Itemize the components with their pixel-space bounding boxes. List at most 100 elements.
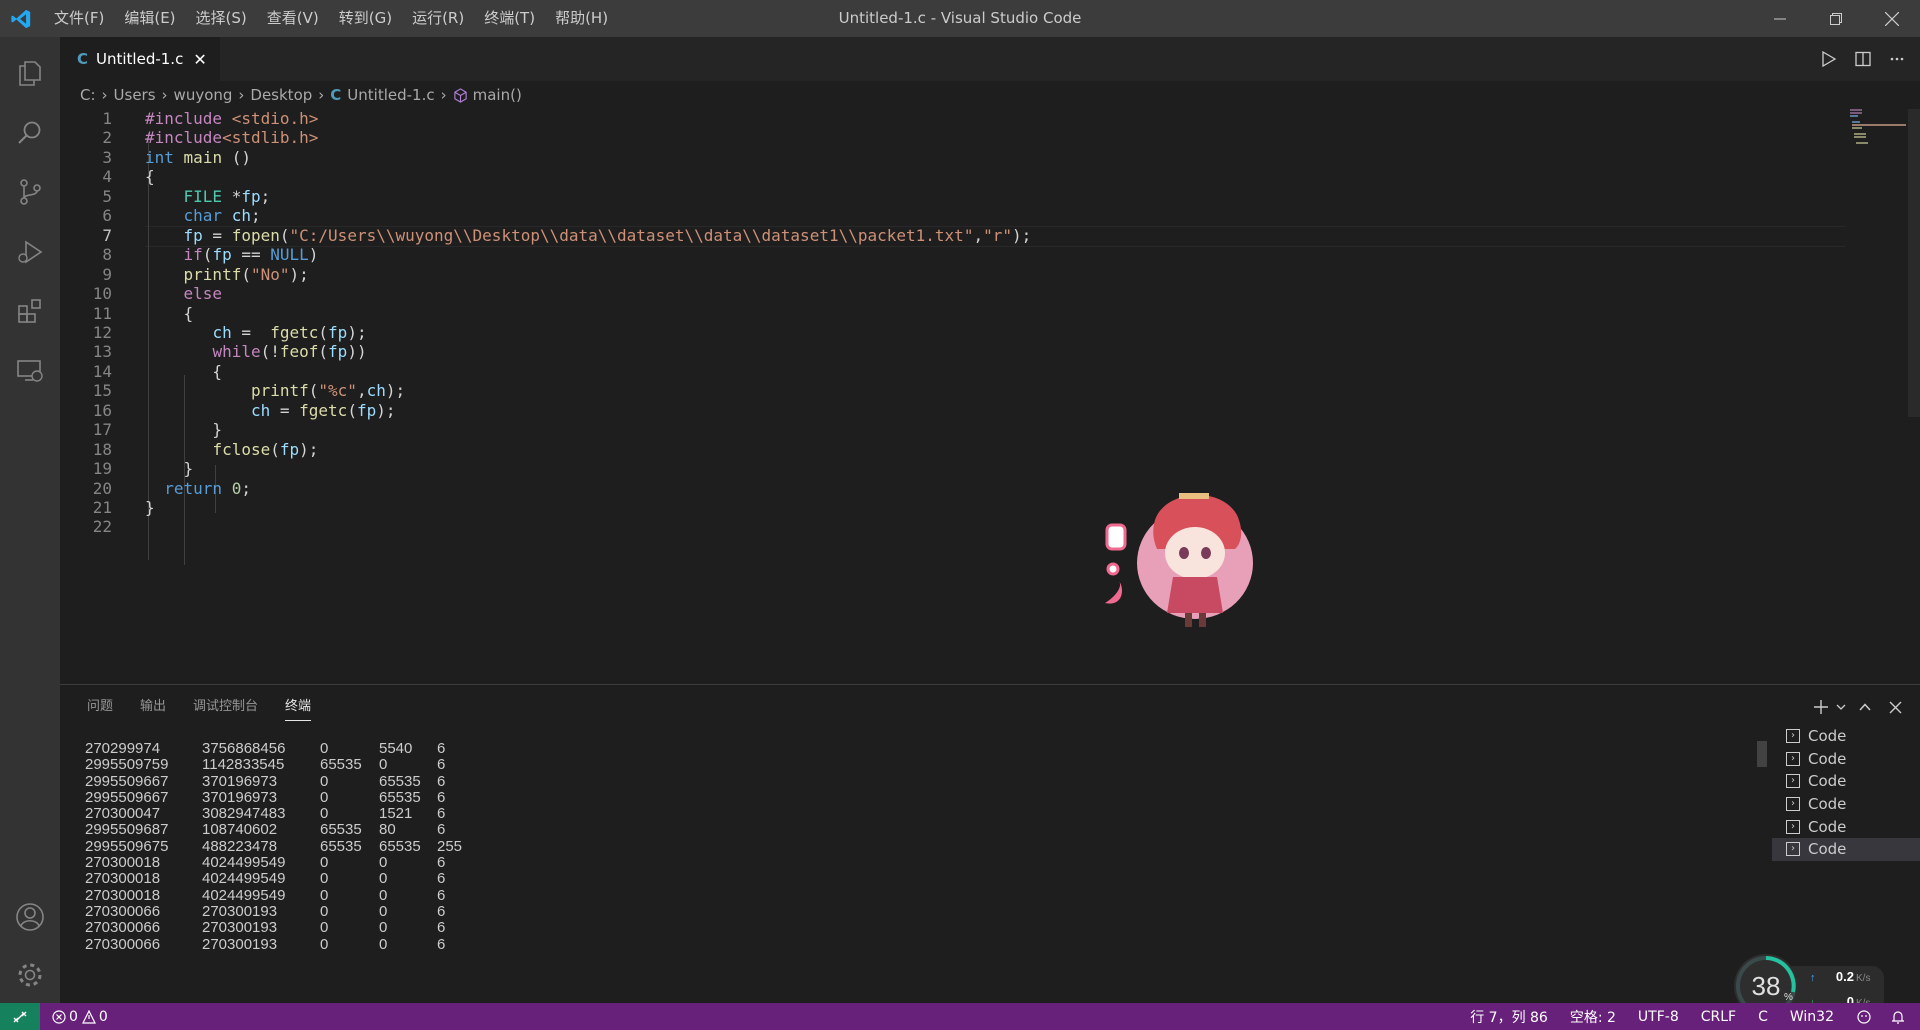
code-text: }: [145, 459, 194, 479]
manage-button[interactable]: [0, 947, 60, 1003]
code-editor[interactable]: 1 #include <stdio.h> 2 #include<stdlib.h> 3 i…: [60, 109, 1920, 684]
terminal-list-item[interactable]: › Code: [1772, 770, 1920, 793]
terminal-icon: ›: [1786, 751, 1800, 766]
breadcrumb-desktop[interactable]: Desktop: [250, 86, 312, 104]
terminal-list-item[interactable]: › Code: [1772, 725, 1920, 748]
editor-tabs-bar: C Untitled-1.c ✕: [60, 37, 1920, 81]
line-number: 4: [102, 167, 112, 187]
upload-speed-unit: K/s: [1856, 973, 1870, 984]
menu-item[interactable]: 运行(R): [402, 0, 474, 37]
run-code-button[interactable]: [1812, 37, 1846, 81]
menu-item[interactable]: 查看(V): [257, 0, 329, 37]
terminal-value: 0: [320, 788, 329, 806]
line-number: 22: [92, 517, 112, 537]
chevron-down-icon: [1836, 704, 1846, 710]
menu-item[interactable]: 编辑(E): [114, 0, 185, 37]
extensions-button[interactable]: [0, 283, 60, 339]
breadcrumb-symbol[interactable]: main(): [473, 86, 522, 104]
code-text: fclose(fp);: [212, 439, 319, 459]
terminal-list-label: Code: [1808, 772, 1847, 791]
explorer-button[interactable]: [0, 45, 60, 101]
menu-item[interactable]: 选择(S): [186, 0, 257, 37]
indentation[interactable]: 空格: 2: [1570, 1007, 1616, 1027]
remote-explorer-button[interactable]: [0, 343, 60, 399]
tab-output[interactable]: 输出: [140, 685, 166, 729]
notifications-bell-icon[interactable]: [1890, 1009, 1906, 1025]
tab-untitled-1[interactable]: C Untitled-1.c ✕: [60, 37, 220, 81]
menu-item[interactable]: 转到(G): [329, 0, 402, 37]
breadcrumb-drive[interactable]: C:: [80, 86, 96, 104]
terminal-value: 65535: [320, 837, 362, 855]
minimize-button[interactable]: [1752, 0, 1808, 37]
close-window-button[interactable]: [1864, 0, 1920, 37]
breadcrumb-file[interactable]: Untitled-1.c: [347, 86, 434, 104]
terminal-value: 270300066: [85, 919, 161, 937]
menu-item[interactable]: 终端(T): [474, 0, 545, 37]
search-button[interactable]: [0, 105, 60, 161]
close-panel-button[interactable]: [1880, 685, 1910, 729]
feedback-icon[interactable]: [1856, 1009, 1872, 1025]
split-editor-button[interactable]: [1846, 37, 1880, 81]
end-of-line[interactable]: CRLF: [1701, 1009, 1736, 1025]
terminal-list-item[interactable]: › Code: [1772, 815, 1920, 838]
cpu-percent-unit: %: [1784, 992, 1793, 1003]
remote-icon: [13, 1011, 27, 1022]
menu-item[interactable]: 文件(F): [44, 0, 114, 37]
accounts-button[interactable]: [0, 889, 60, 945]
code-text: return 0;: [164, 478, 251, 498]
problems-indicator[interactable]: 0 0: [52, 1003, 108, 1030]
terminal-value: 3756868456: [202, 740, 286, 757]
terminal-value: 5540: [379, 740, 413, 757]
terminal-value: 0: [379, 756, 388, 774]
breadcrumb-user[interactable]: wuyong: [174, 86, 233, 104]
restore-button[interactable]: [1808, 0, 1864, 37]
line-number: 18: [92, 439, 112, 459]
source-control-button[interactable]: [0, 164, 60, 220]
terminal-value: 6: [437, 772, 446, 790]
terminal-list-item[interactable]: › Code: [1772, 793, 1920, 816]
upload-arrow-icon: ↑: [1810, 972, 1816, 984]
run-debug-button[interactable]: [0, 224, 60, 280]
more-actions-button[interactable]: [1880, 37, 1914, 81]
error-icon: [52, 1009, 66, 1024]
remote-indicator-button[interactable]: [0, 1003, 40, 1030]
platform[interactable]: Win32: [1790, 1009, 1834, 1025]
line-number: 8: [102, 245, 112, 265]
terminal-line: 2995509667 370196973 0 65535 6: [85, 788, 585, 806]
terminal-output[interactable]: 270299974 3756868456 0 5540 6 2995509759 11428…: [85, 740, 585, 953]
scroll-thumb[interactable]: [1908, 109, 1920, 417]
cursor-position[interactable]: 行 7，列 86: [1470, 1007, 1548, 1027]
terminal-value: 370196973: [202, 772, 278, 790]
terminal-value: 270300193: [202, 902, 278, 920]
new-terminal-button[interactable]: [1810, 685, 1832, 729]
terminal-value: 488223478: [202, 837, 278, 855]
encoding[interactable]: UTF-8: [1638, 1009, 1679, 1025]
tab-terminal[interactable]: 终端: [285, 685, 312, 729]
terminal-value: 6: [437, 919, 446, 937]
menu-item[interactable]: 帮助(H): [545, 0, 618, 37]
code-text: }: [145, 498, 155, 517]
bottom-panel: 问题 输出 调试控制台 终端 270299974 3756868456 0 5540 6…: [60, 684, 1920, 1004]
editor-scrollbar[interactable]: [1906, 109, 1920, 684]
files-icon: [19, 61, 41, 86]
terminal-list-item[interactable]: › Code: [1772, 837, 1920, 861]
terminal-dropdown-button[interactable]: [1832, 685, 1850, 729]
tab-debug-console[interactable]: 调试控制台: [193, 685, 258, 729]
code-text: int main (): [145, 147, 251, 167]
terminal-value: 370196973: [202, 788, 278, 806]
code-text: else: [183, 284, 223, 304]
language-mode[interactable]: C: [1758, 1009, 1768, 1025]
chevron-right-icon: ›: [101, 86, 108, 104]
close-tab-icon[interactable]: ✕: [193, 50, 206, 69]
line-number: 12: [92, 322, 112, 342]
line-number: 14: [92, 361, 112, 381]
line-number: 20: [92, 478, 112, 498]
terminal-scrollbar-thumb[interactable]: [1757, 741, 1767, 767]
maximize-panel-button[interactable]: [1850, 685, 1880, 729]
terminal-list-item[interactable]: › Code: [1772, 748, 1920, 771]
terminal-value: 6: [437, 740, 446, 757]
terminal-value: 6: [437, 821, 446, 839]
breadcrumb-users[interactable]: Users: [114, 86, 156, 104]
tab-problems[interactable]: 问题: [87, 685, 113, 729]
menu-bar: 文件(F) 编辑(E) 选择(S) 查看(V) 转到(G) 运行(R) 终端(T) 帮助(H): [44, 0, 618, 37]
